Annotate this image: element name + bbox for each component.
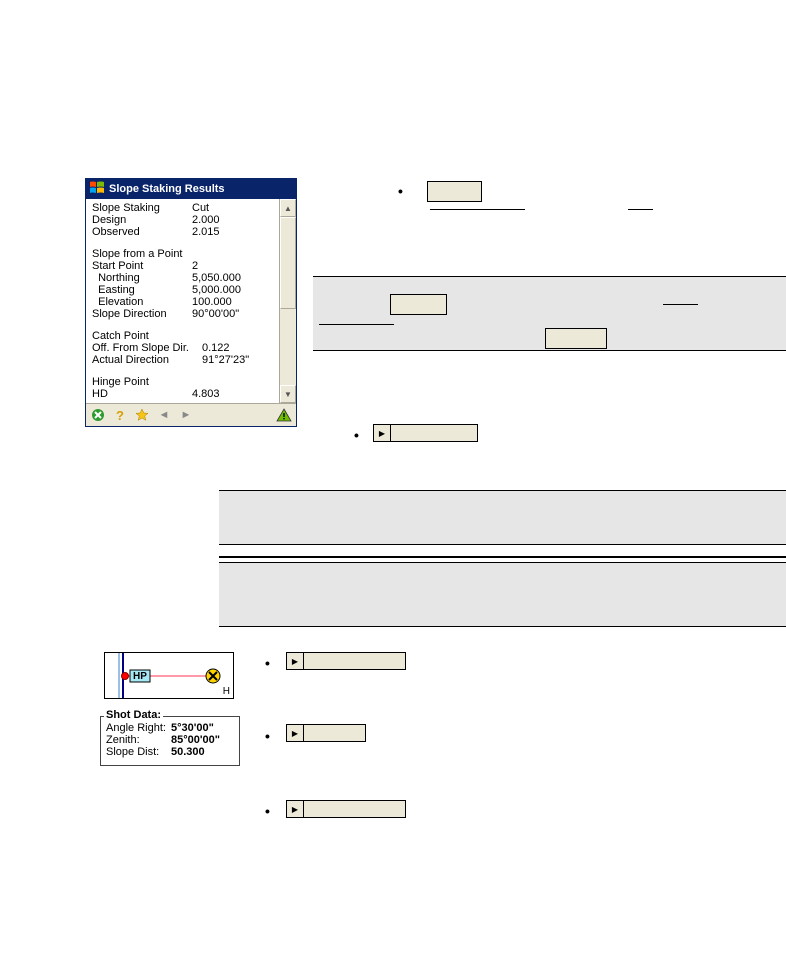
- observed-value: 2.015: [192, 226, 273, 238]
- chevron-right-icon: ▶: [287, 653, 304, 669]
- chevron-right-icon: ▶: [287, 725, 304, 741]
- expand-button-1[interactable]: ▶: [373, 424, 478, 442]
- angle-right-value: 5°30'00": [171, 722, 214, 734]
- info-band-2: [219, 490, 786, 545]
- bullet: •: [265, 728, 270, 744]
- results-scrollbar[interactable]: ▲ ▼: [279, 199, 296, 403]
- zenith-label: Zenith:: [106, 734, 171, 746]
- bullet: •: [354, 427, 359, 443]
- slope-direction-label: Slope Direction: [92, 308, 192, 320]
- window-title: Slope Staking Results: [109, 183, 225, 195]
- zenith-value: 85°00'00": [171, 734, 220, 746]
- bullet: •: [265, 655, 270, 671]
- expand-button-2[interactable]: ▶: [286, 652, 406, 670]
- results-toolbar: ? ◄ ►: [86, 403, 296, 426]
- help-icon[interactable]: ?: [112, 407, 128, 423]
- hinge-point-header: Hinge Point: [92, 376, 149, 388]
- elevation-value: 100.000: [192, 296, 273, 308]
- off-from-slope-label: Off. From Slope Dir.: [92, 342, 202, 354]
- slope-dist-value: 50.300: [171, 746, 205, 758]
- shot-data-legend: Shot Data:: [104, 709, 163, 721]
- scroll-thumb[interactable]: [280, 217, 296, 309]
- slope-staking-value: Cut: [192, 202, 273, 214]
- divider: [663, 304, 698, 305]
- star-icon[interactable]: [134, 407, 150, 423]
- hp-label: HP: [133, 671, 147, 682]
- slope-staking-results-window: Slope Staking Results Slope StakingCut D…: [85, 178, 297, 427]
- windows-logo-icon: [89, 181, 109, 198]
- observed-label: Observed: [92, 226, 192, 238]
- band1-button-1[interactable]: [390, 294, 447, 315]
- info-band-1: [313, 276, 786, 351]
- start-point-value: 2: [192, 260, 273, 272]
- easting-value: 5,000.000: [192, 284, 273, 296]
- band1-button-2[interactable]: [545, 328, 607, 349]
- warning-icon[interactable]: [276, 407, 292, 423]
- slope-from-point-header: Slope from a Point: [92, 248, 183, 260]
- chevron-right-icon: ▶: [374, 425, 391, 441]
- divider: [430, 209, 525, 210]
- start-point-label: Start Point: [92, 260, 192, 272]
- northing-value: 5,050.000: [192, 272, 273, 284]
- angle-right-label: Angle Right:: [106, 722, 171, 734]
- expand-button-3[interactable]: ▶: [286, 724, 366, 742]
- elevation-label: Elevation: [92, 296, 192, 308]
- action-button-1[interactable]: [427, 181, 482, 202]
- slope-dist-label: Slope Dist:: [106, 746, 171, 758]
- chevron-right-icon[interactable]: ►: [178, 407, 194, 423]
- divider: [219, 556, 786, 558]
- design-label: Design: [92, 214, 192, 226]
- h-label: H: [223, 686, 230, 697]
- slope-direction-value: 90°00'00": [192, 308, 273, 320]
- info-band-3: [219, 562, 786, 627]
- svg-text:?: ?: [116, 408, 124, 422]
- chevron-left-icon[interactable]: ◄: [156, 407, 172, 423]
- window-titlebar: Slope Staking Results: [86, 179, 296, 199]
- divider: [628, 209, 653, 210]
- close-icon[interactable]: [90, 407, 106, 423]
- hd-value: 4.803: [192, 388, 273, 400]
- easting-label: Easting: [92, 284, 192, 296]
- catch-point-header: Catch Point: [92, 330, 149, 342]
- design-value: 2.000: [192, 214, 273, 226]
- scroll-down-button[interactable]: ▼: [280, 385, 296, 403]
- results-content: Slope StakingCut Design2.000 Observed2.0…: [86, 199, 279, 403]
- slope-staking-label: Slope Staking: [92, 202, 192, 214]
- expand-button-4[interactable]: ▶: [286, 800, 406, 818]
- actual-direction-label: Actual Direction: [92, 354, 202, 366]
- scroll-up-button[interactable]: ▲: [280, 199, 296, 217]
- off-from-slope-value: 0.122: [202, 342, 273, 354]
- bullet: •: [265, 803, 270, 819]
- actual-direction-value: 91°27'23": [202, 354, 273, 366]
- slope-diagram: HP H: [104, 652, 234, 699]
- bullet: •: [398, 183, 403, 199]
- northing-label: Northing: [92, 272, 192, 284]
- shot-data-group: Shot Data: Angle Right:5°30'00" Zenith:8…: [100, 716, 240, 766]
- divider: [319, 324, 394, 325]
- chevron-right-icon: ▶: [287, 801, 304, 817]
- hd-label: HD: [92, 388, 192, 400]
